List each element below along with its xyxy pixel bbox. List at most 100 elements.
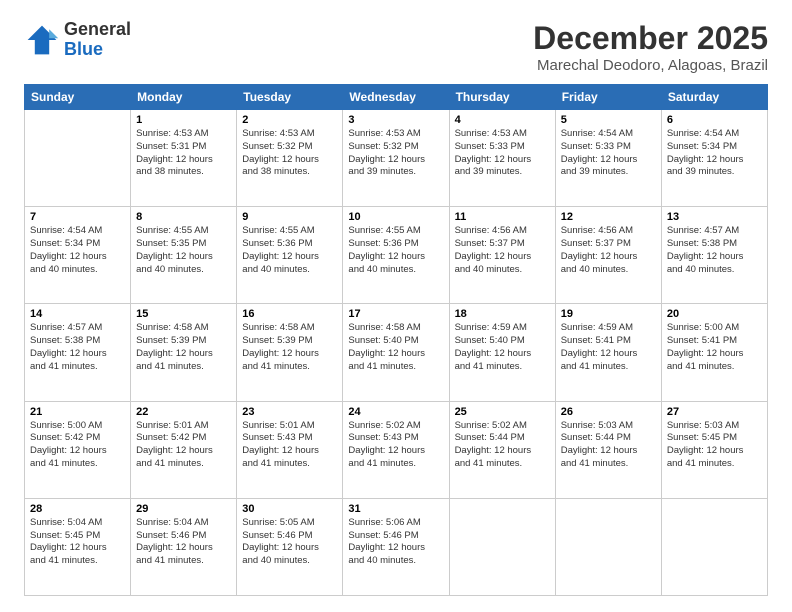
day-cell: 19 Sunrise: 4:59 AM Sunset: 5:41 PM Dayli… xyxy=(555,304,661,401)
day-cell: 26 Sunrise: 5:03 AM Sunset: 5:44 PM Dayli… xyxy=(555,401,661,498)
day-cell: 7 Sunrise: 4:54 AM Sunset: 5:34 PM Daylig… xyxy=(25,207,131,304)
day-info: Sunrise: 4:53 AM Sunset: 5:32 PM Dayligh… xyxy=(348,128,443,179)
day-info: Sunrise: 5:02 AM Sunset: 5:43 PM Dayligh… xyxy=(348,420,443,471)
week-row-4: 21 Sunrise: 5:00 AM Sunset: 5:42 PM Dayli… xyxy=(25,401,768,498)
calendar: SundayMondayTuesdayWednesdayThursdayFrid… xyxy=(24,84,768,596)
day-cell xyxy=(555,498,661,595)
day-info: Sunrise: 5:00 AM Sunset: 5:42 PM Dayligh… xyxy=(30,420,125,471)
day-number: 9 xyxy=(242,211,337,223)
day-number: 4 xyxy=(455,114,550,126)
day-number: 26 xyxy=(561,406,656,418)
weekday-header-monday: Monday xyxy=(131,85,237,110)
logo-text: General Blue xyxy=(64,20,131,60)
title-block: December 2025 Marechal Deodoro, Alagoas,… xyxy=(533,20,768,74)
weekday-header-wednesday: Wednesday xyxy=(343,85,449,110)
day-info: Sunrise: 5:05 AM Sunset: 5:46 PM Dayligh… xyxy=(242,517,337,568)
day-cell: 11 Sunrise: 4:56 AM Sunset: 5:37 PM Dayli… xyxy=(449,207,555,304)
week-row-5: 28 Sunrise: 5:04 AM Sunset: 5:45 PM Dayli… xyxy=(25,498,768,595)
day-info: Sunrise: 4:55 AM Sunset: 5:35 PM Dayligh… xyxy=(136,225,231,276)
day-cell: 24 Sunrise: 5:02 AM Sunset: 5:43 PM Dayli… xyxy=(343,401,449,498)
day-cell: 22 Sunrise: 5:01 AM Sunset: 5:42 PM Dayli… xyxy=(131,401,237,498)
day-cell: 23 Sunrise: 5:01 AM Sunset: 5:43 PM Dayli… xyxy=(237,401,343,498)
day-number: 2 xyxy=(242,114,337,126)
day-info: Sunrise: 4:54 AM Sunset: 5:34 PM Dayligh… xyxy=(30,225,125,276)
day-number: 8 xyxy=(136,211,231,223)
day-info: Sunrise: 4:55 AM Sunset: 5:36 PM Dayligh… xyxy=(242,225,337,276)
day-info: Sunrise: 5:01 AM Sunset: 5:43 PM Dayligh… xyxy=(242,420,337,471)
day-number: 20 xyxy=(667,308,762,320)
weekday-header-friday: Friday xyxy=(555,85,661,110)
day-info: Sunrise: 5:03 AM Sunset: 5:45 PM Dayligh… xyxy=(667,420,762,471)
day-number: 12 xyxy=(561,211,656,223)
weekday-header-tuesday: Tuesday xyxy=(237,85,343,110)
day-cell: 14Sunrise: 4:57 AM Sunset: 5:38 PM Dayli… xyxy=(25,304,131,401)
day-number: 25 xyxy=(455,406,550,418)
day-number: 17 xyxy=(348,308,443,320)
day-cell: 27 Sunrise: 5:03 AM Sunset: 5:45 PM Dayli… xyxy=(661,401,767,498)
day-cell: 17Sunrise: 4:58 AM Sunset: 5:40 PM Dayli… xyxy=(343,304,449,401)
day-info: Sunrise: 4:57 AM Sunset: 5:38 PM Dayligh… xyxy=(667,225,762,276)
day-cell xyxy=(661,498,767,595)
logo-general: General xyxy=(64,20,131,40)
day-cell: 6Sunrise: 4:54 AM Sunset: 5:34 PM Daylig… xyxy=(661,110,767,207)
day-info: Sunrise: 5:06 AM Sunset: 5:46 PM Dayligh… xyxy=(348,517,443,568)
day-info: Sunrise: 4:59 AM Sunset: 5:41 PM Dayligh… xyxy=(561,322,656,373)
day-info: Sunrise: 4:53 AM Sunset: 5:33 PM Dayligh… xyxy=(455,128,550,179)
day-cell: 4 Sunrise: 4:53 AM Sunset: 5:33 PM Daylig… xyxy=(449,110,555,207)
weekday-header-thursday: Thursday xyxy=(449,85,555,110)
day-number: 13 xyxy=(667,211,762,223)
day-cell: 1Sunrise: 4:53 AM Sunset: 5:31 PM Daylig… xyxy=(131,110,237,207)
weekday-header-sunday: Sunday xyxy=(25,85,131,110)
day-info: Sunrise: 4:56 AM Sunset: 5:37 PM Dayligh… xyxy=(561,225,656,276)
day-number: 6 xyxy=(667,114,762,126)
day-number: 16 xyxy=(242,308,337,320)
day-number: 30 xyxy=(242,503,337,515)
day-number: 14 xyxy=(30,308,125,320)
day-cell: 12 Sunrise: 4:56 AM Sunset: 5:37 PM Dayli… xyxy=(555,207,661,304)
day-number: 15 xyxy=(136,308,231,320)
day-number: 5 xyxy=(561,114,656,126)
day-cell: 29Sunrise: 5:04 AM Sunset: 5:46 PM Dayli… xyxy=(131,498,237,595)
day-number: 7 xyxy=(30,211,125,223)
day-info: Sunrise: 5:04 AM Sunset: 5:45 PM Dayligh… xyxy=(30,517,125,568)
week-row-3: 14Sunrise: 4:57 AM Sunset: 5:38 PM Dayli… xyxy=(25,304,768,401)
month-title: December 2025 xyxy=(533,20,768,57)
day-cell: 8 Sunrise: 4:55 AM Sunset: 5:35 PM Daylig… xyxy=(131,207,237,304)
day-info: Sunrise: 5:01 AM Sunset: 5:42 PM Dayligh… xyxy=(136,420,231,471)
day-cell: 3Sunrise: 4:53 AM Sunset: 5:32 PM Daylig… xyxy=(343,110,449,207)
day-number: 22 xyxy=(136,406,231,418)
day-info: Sunrise: 5:00 AM Sunset: 5:41 PM Dayligh… xyxy=(667,322,762,373)
day-number: 27 xyxy=(667,406,762,418)
day-number: 28 xyxy=(30,503,125,515)
week-row-1: 1Sunrise: 4:53 AM Sunset: 5:31 PM Daylig… xyxy=(25,110,768,207)
day-cell: 31Sunrise: 5:06 AM Sunset: 5:46 PM Dayli… xyxy=(343,498,449,595)
day-info: Sunrise: 5:02 AM Sunset: 5:44 PM Dayligh… xyxy=(455,420,550,471)
day-info: Sunrise: 4:56 AM Sunset: 5:37 PM Dayligh… xyxy=(455,225,550,276)
day-number: 21 xyxy=(30,406,125,418)
day-number: 29 xyxy=(136,503,231,515)
day-cell xyxy=(449,498,555,595)
logo-blue: Blue xyxy=(64,40,131,60)
day-cell: 10Sunrise: 4:55 AM Sunset: 5:36 PM Dayli… xyxy=(343,207,449,304)
day-number: 23 xyxy=(242,406,337,418)
day-info: Sunrise: 4:55 AM Sunset: 5:36 PM Dayligh… xyxy=(348,225,443,276)
day-cell: 2 Sunrise: 4:53 AM Sunset: 5:32 PM Daylig… xyxy=(237,110,343,207)
subtitle: Marechal Deodoro, Alagoas, Brazil xyxy=(533,57,768,74)
day-cell: 5Sunrise: 4:54 AM Sunset: 5:33 PM Daylig… xyxy=(555,110,661,207)
day-number: 18 xyxy=(455,308,550,320)
day-info: Sunrise: 4:53 AM Sunset: 5:32 PM Dayligh… xyxy=(242,128,337,179)
day-cell xyxy=(25,110,131,207)
day-number: 11 xyxy=(455,211,550,223)
header: General Blue December 2025 Marechal Deod… xyxy=(24,20,768,74)
day-number: 19 xyxy=(561,308,656,320)
day-cell: 13 Sunrise: 4:57 AM Sunset: 5:38 PM Dayli… xyxy=(661,207,767,304)
day-number: 24 xyxy=(348,406,443,418)
day-info: Sunrise: 4:53 AM Sunset: 5:31 PM Dayligh… xyxy=(136,128,231,179)
day-cell: 21 Sunrise: 5:00 AM Sunset: 5:42 PM Dayli… xyxy=(25,401,131,498)
day-cell: 25 Sunrise: 5:02 AM Sunset: 5:44 PM Dayli… xyxy=(449,401,555,498)
logo: General Blue xyxy=(24,20,131,60)
weekday-header-row: SundayMondayTuesdayWednesdayThursdayFrid… xyxy=(25,85,768,110)
day-cell: 28 Sunrise: 5:04 AM Sunset: 5:45 PM Dayli… xyxy=(25,498,131,595)
day-cell: 9 Sunrise: 4:55 AM Sunset: 5:36 PM Daylig… xyxy=(237,207,343,304)
day-info: Sunrise: 5:03 AM Sunset: 5:44 PM Dayligh… xyxy=(561,420,656,471)
